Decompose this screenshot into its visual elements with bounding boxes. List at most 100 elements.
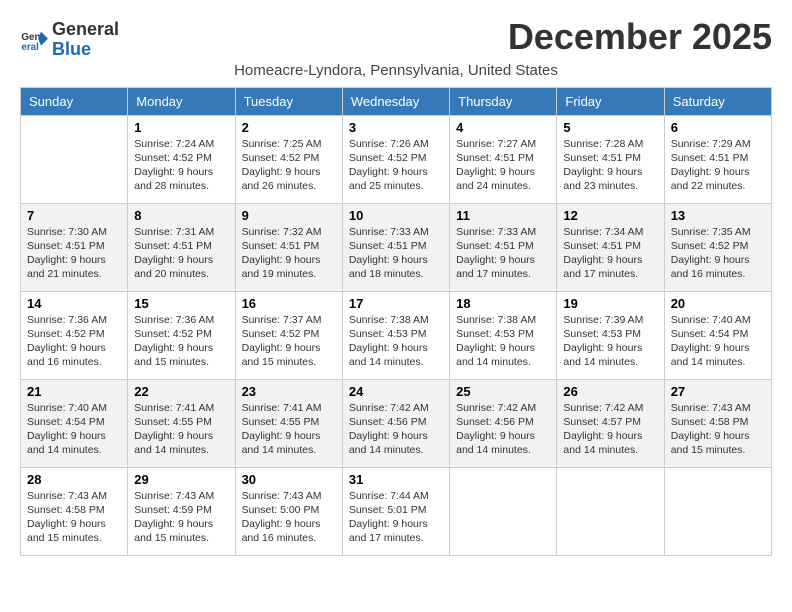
day-number: 31: [349, 472, 443, 487]
day-info: Sunrise: 7:24 AMSunset: 4:52 PMDaylight:…: [134, 137, 228, 194]
day-info: Sunrise: 7:33 AMSunset: 4:51 PMDaylight:…: [456, 225, 550, 282]
day-number: 20: [671, 296, 765, 311]
calendar-table: SundayMondayTuesdayWednesdayThursdayFrid…: [20, 87, 772, 556]
column-header-tuesday: Tuesday: [235, 87, 342, 115]
day-number: 22: [134, 384, 228, 399]
calendar-week-row: 14 Sunrise: 7:36 AMSunset: 4:52 PMDayligh…: [21, 291, 772, 379]
day-number: 5: [563, 120, 657, 135]
svg-text:eral: eral: [21, 42, 39, 53]
calendar-cell: 27Sunrise: 7:43 AMSunset: 4:58 PMDayligh…: [664, 379, 771, 467]
day-number: 18: [456, 296, 550, 311]
day-info: Sunrise: 7:31 AMSunset: 4:51 PMDaylight:…: [134, 225, 228, 282]
calendar-cell: 9 Sunrise: 7:32 AMSunset: 4:51 PMDaylight…: [235, 203, 342, 291]
calendar-cell: 5 Sunrise: 7:28 AMSunset: 4:51 PMDaylight…: [557, 115, 664, 203]
calendar-cell: [21, 115, 128, 203]
day-info: Sunrise: 7:43 AMSunset: 4:58 PMDaylight:…: [27, 489, 121, 546]
day-info: Sunrise: 7:29 AMSunset: 4:51 PMDaylight:…: [671, 137, 765, 194]
calendar-cell: 19 Sunrise: 7:39 AMSunset: 4:53 PMDayligh…: [557, 291, 664, 379]
day-info: Sunrise: 7:25 AMSunset: 4:52 PMDaylight:…: [242, 137, 336, 194]
calendar-cell: 22 Sunrise: 7:41 AMSunset: 4:55 PMDayligh…: [128, 379, 235, 467]
day-number: 28: [27, 472, 121, 487]
day-number: 24: [349, 384, 443, 399]
calendar-cell: 23Sunrise: 7:41 AMSunset: 4:55 PMDayligh…: [235, 379, 342, 467]
day-number: 9: [242, 208, 336, 223]
calendar-cell: 7 Sunrise: 7:30 AMSunset: 4:51 PMDaylight…: [21, 203, 128, 291]
day-info: Sunrise: 7:37 AMSunset: 4:52 PMDaylight:…: [242, 313, 336, 370]
calendar-cell: 8 Sunrise: 7:31 AMSunset: 4:51 PMDaylight…: [128, 203, 235, 291]
calendar-cell: 31 Sunrise: 7:44 AMSunset: 5:01 PMDayligh…: [342, 467, 449, 555]
calendar-cell: [664, 467, 771, 555]
calendar-cell: 29Sunrise: 7:43 AMSunset: 4:59 PMDayligh…: [128, 467, 235, 555]
column-header-friday: Friday: [557, 87, 664, 115]
day-info: Sunrise: 7:34 AMSunset: 4:51 PMDaylight:…: [563, 225, 657, 282]
day-number: 16: [242, 296, 336, 311]
day-info: Sunrise: 7:36 AMSunset: 4:52 PMDaylight:…: [134, 313, 228, 370]
day-number: 7: [27, 208, 121, 223]
day-info: Sunrise: 7:43 AMSunset: 5:00 PMDaylight:…: [242, 489, 336, 546]
calendar-cell: 25 Sunrise: 7:42 AMSunset: 4:56 PMDayligh…: [450, 379, 557, 467]
calendar-cell: 17Sunrise: 7:38 AMSunset: 4:53 PMDayligh…: [342, 291, 449, 379]
column-header-monday: Monday: [128, 87, 235, 115]
day-number: 8: [134, 208, 228, 223]
calendar-cell: 12 Sunrise: 7:34 AMSunset: 4:51 PMDayligh…: [557, 203, 664, 291]
column-header-wednesday: Wednesday: [342, 87, 449, 115]
day-number: 14: [27, 296, 121, 311]
calendar-cell: 18 Sunrise: 7:38 AMSunset: 4:53 PMDayligh…: [450, 291, 557, 379]
day-info: Sunrise: 7:30 AMSunset: 4:51 PMDaylight:…: [27, 225, 121, 282]
calendar-cell: [557, 467, 664, 555]
calendar-cell: 30 Sunrise: 7:43 AMSunset: 5:00 PMDayligh…: [235, 467, 342, 555]
calendar-cell: 15 Sunrise: 7:36 AMSunset: 4:52 PMDayligh…: [128, 291, 235, 379]
day-number: 30: [242, 472, 336, 487]
day-info: Sunrise: 7:42 AMSunset: 4:56 PMDaylight:…: [456, 401, 550, 458]
calendar-cell: [450, 467, 557, 555]
day-number: 12: [563, 208, 657, 223]
day-info: Sunrise: 7:27 AMSunset: 4:51 PMDaylight:…: [456, 137, 550, 194]
day-number: 25: [456, 384, 550, 399]
day-info: Sunrise: 7:39 AMSunset: 4:53 PMDaylight:…: [563, 313, 657, 370]
day-number: 6: [671, 120, 765, 135]
day-number: 3: [349, 120, 443, 135]
day-info: Sunrise: 7:40 AMSunset: 4:54 PMDaylight:…: [671, 313, 765, 370]
calendar-cell: 26 Sunrise: 7:42 AMSunset: 4:57 PMDayligh…: [557, 379, 664, 467]
column-header-thursday: Thursday: [450, 87, 557, 115]
day-info: Sunrise: 7:38 AMSunset: 4:53 PMDaylight:…: [349, 313, 443, 370]
calendar-cell: 20 Sunrise: 7:40 AMSunset: 4:54 PMDayligh…: [664, 291, 771, 379]
day-number: 15: [134, 296, 228, 311]
day-info: Sunrise: 7:35 AMSunset: 4:52 PMDaylight:…: [671, 225, 765, 282]
day-number: 2: [242, 120, 336, 135]
column-header-saturday: Saturday: [664, 87, 771, 115]
day-info: Sunrise: 7:43 AMSunset: 4:59 PMDaylight:…: [134, 489, 228, 546]
day-info: Sunrise: 7:40 AMSunset: 4:54 PMDaylight:…: [27, 401, 121, 458]
day-number: 19: [563, 296, 657, 311]
day-number: 26: [563, 384, 657, 399]
calendar-cell: 13Sunrise: 7:35 AMSunset: 4:52 PMDayligh…: [664, 203, 771, 291]
calendar-cell: 4 Sunrise: 7:27 AMSunset: 4:51 PMDaylight…: [450, 115, 557, 203]
calendar-cell: 1Sunrise: 7:24 AMSunset: 4:52 PMDaylight…: [128, 115, 235, 203]
location-subtitle: Homeacre-Lyndora, Pennsylvania, United S…: [20, 62, 772, 79]
title-area: December 2025: [508, 16, 772, 58]
calendar-week-row: 1Sunrise: 7:24 AMSunset: 4:52 PMDaylight…: [21, 115, 772, 203]
day-number: 21: [27, 384, 121, 399]
day-info: Sunrise: 7:42 AMSunset: 4:56 PMDaylight:…: [349, 401, 443, 458]
day-info: Sunrise: 7:33 AMSunset: 4:51 PMDaylight:…: [349, 225, 443, 282]
day-info: Sunrise: 7:43 AMSunset: 4:58 PMDaylight:…: [671, 401, 765, 458]
logo-blue-text: Blue: [52, 39, 91, 59]
calendar-cell: 16 Sunrise: 7:37 AMSunset: 4:52 PMDayligh…: [235, 291, 342, 379]
day-info: Sunrise: 7:44 AMSunset: 5:01 PMDaylight:…: [349, 489, 443, 546]
day-info: Sunrise: 7:28 AMSunset: 4:51 PMDaylight:…: [563, 137, 657, 194]
calendar-cell: 2 Sunrise: 7:25 AMSunset: 4:52 PMDaylight…: [235, 115, 342, 203]
day-info: Sunrise: 7:42 AMSunset: 4:57 PMDaylight:…: [563, 401, 657, 458]
header: Gen eral General Blue December 2025: [20, 16, 772, 60]
day-number: 4: [456, 120, 550, 135]
calendar-cell: 14Sunrise: 7:36 AMSunset: 4:52 PMDayligh…: [21, 291, 128, 379]
day-info: Sunrise: 7:38 AMSunset: 4:53 PMDaylight:…: [456, 313, 550, 370]
column-header-sunday: Sunday: [21, 87, 128, 115]
calendar-week-row: 28 Sunrise: 7:43 AMSunset: 4:58 PMDayligh…: [21, 467, 772, 555]
day-info: Sunrise: 7:32 AMSunset: 4:51 PMDaylight:…: [242, 225, 336, 282]
calendar-week-row: 21 Sunrise: 7:40 AMSunset: 4:54 PMDayligh…: [21, 379, 772, 467]
day-info: Sunrise: 7:41 AMSunset: 4:55 PMDaylight:…: [134, 401, 228, 458]
month-title: December 2025: [508, 16, 772, 58]
calendar-cell: 28 Sunrise: 7:43 AMSunset: 4:58 PMDayligh…: [21, 467, 128, 555]
calendar-cell: 3Sunrise: 7:26 AMSunset: 4:52 PMDaylight…: [342, 115, 449, 203]
calendar-cell: 10Sunrise: 7:33 AMSunset: 4:51 PMDayligh…: [342, 203, 449, 291]
